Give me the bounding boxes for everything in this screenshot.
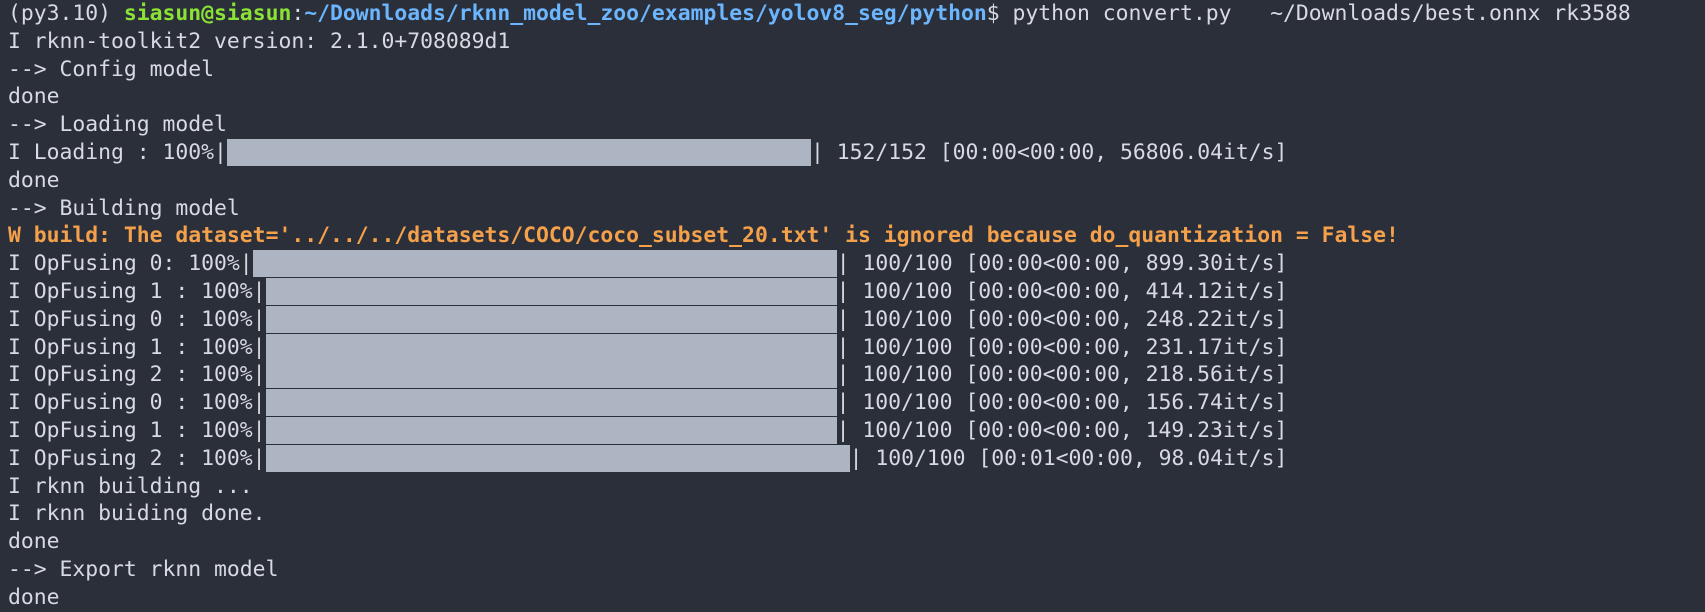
progress-bar: [265, 416, 837, 444]
progress-bar: [252, 250, 837, 278]
progress-suffix: | 100/100 [00:00<00:00, 414.12it/s]: [836, 278, 1288, 304]
progress-suffix: | 100/100 [00:00<00:00, 149.23it/s]: [836, 417, 1288, 443]
prompt-symbol: $: [986, 1, 1013, 26]
progress-track: [265, 305, 837, 334]
prompt-line: (py3.10) siasun@siasun:~/Downloads/rknn_…: [8, 0, 1705, 28]
progress-suffix: | 100/100 [00:01<00:00, 98.04it/s]: [849, 445, 1288, 471]
progress-suffix: | 100/100 [00:00<00:00, 218.56it/s]: [836, 362, 1288, 388]
progress-bar: [226, 138, 811, 166]
command-text: python convert.py ~/Downloads/best.onnx …: [1012, 1, 1631, 26]
terminal-window[interactable]: (py3.10) siasun@siasun:~/Downloads/rknn_…: [0, 0, 1705, 612]
progress-suffix: | 100/100 [00:00<00:00, 156.74it/s]: [836, 390, 1288, 416]
opfusing-progress-line: I OpFusing 1 : 100%| | 100/100 [00:00<00:…: [8, 416, 1705, 445]
progress-suffix: | 100/100 [00:00<00:00, 231.17it/s]: [836, 334, 1288, 360]
working-directory: ~/Downloads/rknn_model_zoo/examples/yolo…: [304, 1, 987, 26]
progress-suffix: | 100/100 [00:00<00:00, 248.22it/s]: [836, 306, 1288, 332]
progress-bar: [265, 361, 837, 389]
opfusing-progress-line: I OpFusing 0 : 100%| | 100/100 [00:00<00:…: [8, 389, 1705, 417]
done-line: done: [8, 584, 60, 610]
done-line: done: [8, 529, 60, 555]
progress-track: [265, 277, 837, 306]
opfusing-progress-line: I OpFusing 0 : 100%| | 100/100 [00:00<00:…: [8, 305, 1705, 334]
progress-track: [265, 416, 837, 445]
venv-label: (py3.10): [8, 1, 124, 26]
toolkit-version-line: I rknn-toolkit2 version: 2.1.0+708089d1: [8, 28, 511, 54]
progress-suffix: | 152/152 [00:00<00:00, 56806.04it/s]: [810, 139, 1288, 165]
progress-prefix: I Loading : 100%|: [8, 139, 227, 165]
progress-prefix: I OpFusing 1 : 100%|: [8, 278, 266, 304]
progress-prefix: I OpFusing 1 : 100%|: [8, 334, 266, 360]
warning-line: W build: The dataset='../../../datasets/…: [8, 223, 1399, 249]
progress-track: [265, 389, 837, 417]
loading-progress-line: I Loading : 100%| | 152/152 [00:00<00:00,…: [8, 138, 1705, 167]
done-line: done: [8, 167, 60, 193]
progress-prefix: I OpFusing 0 : 100%|: [8, 390, 266, 416]
opfusing-progress-line: I OpFusing 0: 100%| | 100/100 [00:00<00:0…: [8, 250, 1705, 278]
progress-prefix: I OpFusing 0: 100%|: [8, 251, 253, 277]
progress-suffix: | 100/100 [00:00<00:00, 899.30it/s]: [836, 251, 1288, 277]
opfusing-progress-line: I OpFusing 1 : 100%| | 100/100 [00:00<00:…: [8, 277, 1705, 306]
progress-track: [252, 250, 837, 278]
done-line: done: [8, 84, 60, 110]
progress-prefix: I OpFusing 2 : 100%|: [8, 445, 266, 471]
progress-bar: [265, 277, 837, 305]
export-model-line: --> Export rknn model: [8, 556, 279, 582]
progress-track: [265, 444, 850, 473]
progress-bar: [265, 389, 837, 417]
progress-prefix: I OpFusing 0 : 100%|: [8, 306, 266, 332]
user-host: siasun@siasun: [123, 1, 292, 26]
prompt-colon: :: [291, 1, 305, 26]
rknn-done-line: I rknn buiding done.: [8, 501, 266, 527]
progress-bar: [265, 333, 837, 361]
progress-track: [265, 361, 837, 389]
building-model-line: --> Building model: [8, 195, 240, 221]
progress-bar: [265, 444, 850, 472]
opfusing-progress-line: I OpFusing 2 : 100%| | 100/100 [00:01<00:…: [8, 444, 1705, 473]
config-model-line: --> Config model: [8, 56, 215, 82]
progress-prefix: I OpFusing 2 : 100%|: [8, 362, 266, 388]
opfusing-progress-line: I OpFusing 1 : 100%| | 100/100 [00:00<00:…: [8, 333, 1705, 362]
progress-track: [265, 333, 837, 362]
progress-prefix: I OpFusing 1 : 100%|: [8, 417, 266, 443]
progress-bar: [265, 305, 837, 333]
loading-model-line: --> Loading model: [8, 112, 227, 138]
progress-track: [226, 138, 811, 167]
rknn-building-line: I rknn building ...: [8, 473, 253, 499]
opfusing-progress-line: I OpFusing 2 : 100%| | 100/100 [00:00<00:…: [8, 361, 1705, 389]
